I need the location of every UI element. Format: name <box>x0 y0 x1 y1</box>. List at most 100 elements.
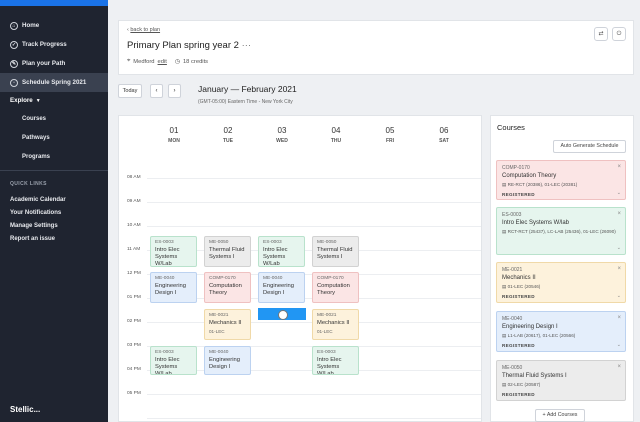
check-circle-icon: ✓ <box>10 40 18 49</box>
calendar-event[interactable]: ME-0040 Engineering Design I <box>258 272 305 303</box>
course-name: Computation Theory <box>502 173 557 179</box>
event-code: ME-0050 <box>209 240 229 245</box>
calendar-event[interactable]: ES-0003 Intro Elec Systems W/Lab <box>312 346 359 375</box>
calendar-event[interactable]: ME-0040 Engineering Design I <box>150 272 197 303</box>
event-code: ME-0040 <box>155 276 175 281</box>
timezone-label: (GMT-05:00) Eastern Time - New York City <box>198 99 293 105</box>
calendar-event[interactable]: ME-0021 Mechanics II 01-LEC <box>204 309 251 340</box>
prev-week-button[interactable]: ‹ <box>150 84 163 98</box>
hour-line <box>147 178 481 179</box>
quick-link-notifications[interactable]: Your Notifications <box>0 206 108 219</box>
sidebar-explore-toggle[interactable]: Explore ▼ <box>0 92 108 109</box>
pencil-icon: ✎ <box>10 59 18 68</box>
next-week-button[interactable]: › <box>168 84 181 98</box>
time-label: 10 AM <box>127 223 141 228</box>
calendar-event[interactable]: ME-0021 Mechanics II 01-LEC <box>312 309 359 340</box>
course-card[interactable]: ME-0021 Mechanics II ▤ 01-LEC (20546) RE… <box>496 262 626 303</box>
day-of-week: FRI <box>385 138 395 144</box>
calendar-event[interactable]: COMP-0170 Computation Theory <box>312 272 359 303</box>
sidebar-item-label: Home <box>22 22 40 29</box>
status-badge: REGISTERED <box>502 192 535 197</box>
day-of-week: TUE <box>223 138 233 144</box>
sidebar-item-schedule[interactable]: ▫ Schedule Spring 2021 <box>0 73 108 92</box>
course-card[interactable]: ME-0050 Thermal Fluid Systems I ▤ 02-LEC… <box>496 360 626 401</box>
quick-link-settings[interactable]: Manage Settings <box>0 219 108 232</box>
event-code: ME-0021 <box>209 313 229 318</box>
course-card[interactable]: ME-0040 Engineering Design I ▤ L1-LAB (2… <box>496 311 626 352</box>
calendar-event[interactable]: ME-0040 Engineering Design I <box>204 346 251 375</box>
close-icon[interactable]: × <box>617 315 621 321</box>
quick-link-academic-calendar[interactable]: Academic Calendar <box>0 193 108 206</box>
chevron-down-icon[interactable]: ⌄ <box>617 293 621 299</box>
calendar-event[interactable]: ES-0003 Intro Elec Systems W/Lab <box>150 236 197 267</box>
close-icon[interactable]: × <box>617 164 621 170</box>
edit-campus-link[interactable]: edit <box>158 59 167 65</box>
calendar-event[interactable]: COMP-0170 Computation Theory <box>204 272 251 303</box>
event-code: ME-0040 <box>209 350 229 355</box>
course-card[interactable]: ES-0003 Intro Elec Systems W/lab ▤ RCT-R… <box>496 207 626 255</box>
day-of-week: SAT <box>439 138 449 144</box>
calendar-event[interactable]: ME-0050 Thermal Fluid Systems I <box>204 236 251 267</box>
today-button[interactable]: Today <box>118 84 142 98</box>
event-name: Thermal Fluid Systems I <box>209 247 245 260</box>
event-code: ES-0003 <box>155 240 174 245</box>
caret-down-icon: ▼ <box>35 97 41 104</box>
hour-line <box>147 202 481 203</box>
time-label: 09 AM <box>127 199 141 204</box>
course-sections: ▤ RE-RCT (20386), 01-LEC (20381) <box>502 182 620 188</box>
day-number: 06 <box>439 126 449 135</box>
close-icon[interactable]: × <box>617 211 621 217</box>
sidebar-item-label: Track Progress <box>22 41 67 48</box>
sidebar-item-track-progress[interactable]: ✓ Track Progress <box>0 35 108 54</box>
page-title: Primary Plan spring year 2 ··· <box>127 40 251 51</box>
sidebar-item-home[interactable]: ⌂ Home <box>0 16 108 35</box>
day-header-mon: 01 MON <box>147 126 201 144</box>
chevron-down-icon[interactable]: ⌄ <box>617 190 621 196</box>
time-label: 11 AM <box>127 247 141 252</box>
sidebar-item-courses[interactable]: Courses <box>0 109 108 128</box>
credits-count: 18 credits <box>182 58 209 65</box>
plan-header: ‹ back to plan Primary Plan spring year … <box>118 20 634 75</box>
day-of-week: THU <box>330 138 342 144</box>
courses-panel: Courses Auto Generate Schedule COMP-0170… <box>490 115 634 422</box>
calendar-event[interactable]: ES-0003 Intro Elec Systems W/Lab <box>150 346 197 375</box>
back-to-plan-link[interactable]: ‹ back to plan <box>127 27 160 33</box>
sidebar-item-label: Schedule Spring 2021 <box>22 79 87 86</box>
sections-text: L1-LAB (20617), 01-LEC (20566) <box>507 333 576 338</box>
close-icon[interactable]: × <box>617 266 621 272</box>
calendar-event[interactable]: ME-0050 Thermal Fluid Systems I <box>312 236 359 267</box>
sidebar-item-programs[interactable]: Programs <box>0 147 108 166</box>
status-badge: REGISTERED <box>502 392 535 397</box>
add-courses-button[interactable]: + Add Courses <box>535 409 585 422</box>
hour-line <box>147 226 481 227</box>
location-pin-icon: ⌖ <box>127 58 131 64</box>
event-code: ES-0003 <box>317 350 336 355</box>
chevron-down-icon[interactable]: ⌄ <box>617 245 621 251</box>
auto-generate-button[interactable]: Auto Generate Schedule <box>553 140 626 153</box>
sidebar-item-pathways[interactable]: Pathways <box>0 128 108 147</box>
time-label: 12 PM <box>127 271 141 276</box>
sidebar-item-label: Plan your Path <box>22 60 66 67</box>
power-icon[interactable]: ⏻ <box>612 27 626 41</box>
event-code: ES-0003 <box>155 350 174 355</box>
event-name: Mechanics II <box>317 320 350 326</box>
title-menu-icon[interactable]: ··· <box>242 40 252 51</box>
cursor-icon <box>278 310 288 320</box>
swap-icon[interactable]: ⇄ <box>594 27 608 41</box>
close-icon[interactable]: × <box>617 364 621 370</box>
event-name: Mechanics II <box>209 320 242 326</box>
calendar-event[interactable]: ES-0003 Intro Elec Systems W/Lab <box>258 236 305 267</box>
sections-text: RE-RCT (20386), 01-LEC (20381) <box>507 182 578 187</box>
week-calendar: 01 MON 02 TUE 03 WED 04 THU 05 FRI 06 SA… <box>118 115 482 422</box>
course-card[interactable]: COMP-0170 Computation Theory ▤ RE-RCT (2… <box>496 160 626 200</box>
event-name: Intro Elec Systems W/Lab <box>263 247 288 267</box>
home-icon: ⌂ <box>10 21 18 30</box>
sidebar-item-plan-your-path[interactable]: ✎ Plan your Path <box>0 54 108 73</box>
quick-link-report-issue[interactable]: Report an issue <box>0 232 108 245</box>
brand-logo: Stellic... <box>10 405 41 414</box>
day-number: 04 <box>331 126 341 135</box>
date-range-title: January — February 2021 <box>198 84 297 94</box>
time-label: 08 AM <box>127 175 141 180</box>
day-of-week: MON <box>168 138 180 144</box>
chevron-down-icon[interactable]: ⌄ <box>617 342 621 348</box>
